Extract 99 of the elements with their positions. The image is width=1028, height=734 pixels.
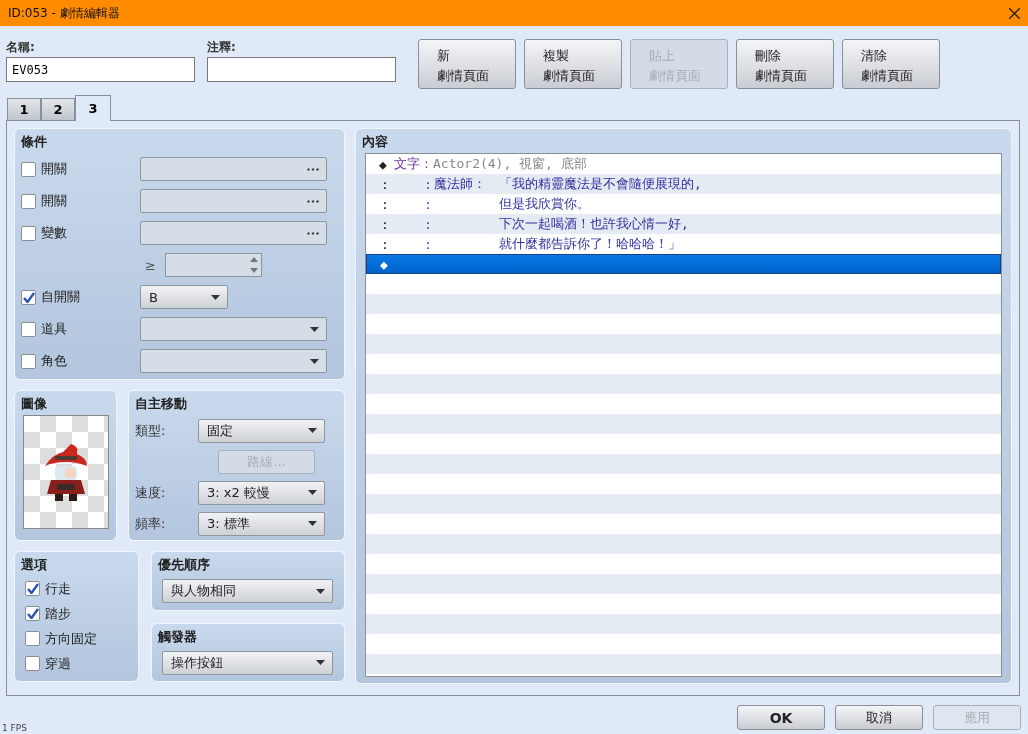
command-row[interactable]: ◆ 文字：Actor2(4), 視窗, 底部 [366, 154, 1001, 174]
dialog-button[interactable]: 取消 [835, 705, 923, 730]
sprite-preview[interactable] [23, 415, 109, 529]
checkbox[interactable] [21, 353, 36, 369]
page-tab[interactable]: 3 [75, 95, 111, 121]
dialog-button[interactable]: OK [737, 705, 825, 730]
continuation-mark: : [381, 196, 390, 212]
page-button[interactable]: 新 劇情頁面 [418, 39, 516, 89]
continuation-mark: : [381, 216, 390, 232]
checkbox-label: 開關 [41, 160, 68, 178]
continuation-mark: : [424, 216, 433, 232]
dialogue-text: 就什麼都告訴你了！哈哈哈！」 [499, 235, 681, 253]
page-tab[interactable]: 1 [7, 98, 41, 120]
caret-icon [316, 660, 325, 665]
number-spinner[interactable] [165, 253, 262, 277]
window-title: ID:053 - 劇情編輯器 [8, 4, 120, 22]
panel-title: 內容 [362, 133, 389, 151]
checkbox[interactable] [25, 606, 40, 621]
panel-title: 圖像 [21, 395, 48, 413]
panel-title: 優先順序 [158, 556, 211, 574]
command-name: 文字： [394, 155, 433, 173]
checkbox-label: 角色 [41, 352, 68, 370]
checkbox-label: 自開關 [41, 288, 81, 306]
diamond-marker: ◆ [380, 256, 389, 272]
checkbox-label: 變數 [41, 224, 68, 242]
field-label: 名稱: [6, 39, 36, 56]
page-button[interactable]: 複製 劇情頁面 [524, 39, 622, 89]
dialogue-text: 下次一起喝酒！也許我心情一好, [499, 215, 689, 233]
caret-icon [308, 428, 317, 433]
command-row[interactable]: ◆ [366, 254, 1001, 274]
checkbox[interactable] [21, 225, 36, 241]
check-icon [26, 608, 39, 619]
note-field[interactable] [207, 57, 396, 82]
command-params: Actor2(4), 視窗, 底部 [433, 155, 587, 173]
checkbox[interactable] [21, 193, 36, 209]
dropdown[interactable]: B [140, 285, 228, 309]
dropdown[interactable] [140, 317, 327, 341]
picker-field[interactable] [140, 157, 327, 181]
caret-icon [308, 521, 317, 526]
dropdown[interactable]: 固定 [198, 418, 325, 443]
continuation-mark: : [424, 236, 433, 252]
field-label: 類型: [135, 421, 167, 440]
checkbox[interactable] [25, 656, 40, 671]
checkbox[interactable] [21, 289, 36, 305]
picker-field[interactable] [140, 221, 327, 245]
continuation-mark: : [381, 236, 390, 252]
dialogue-text: 「我的精靈魔法是不會隨便展現的, [499, 175, 702, 193]
continuation-mark: : [381, 176, 390, 192]
speaker-name: 魔法師： [434, 175, 487, 193]
checkbox-label: 行走 [45, 579, 72, 598]
checkbox-label: 方向固定 [45, 629, 98, 648]
command-row[interactable]: : : 魔法師： 「我的精靈魔法是不會隨便展現的, [366, 174, 1001, 194]
caret-icon [316, 588, 325, 594]
panel-title: 觸發器 [158, 627, 198, 646]
comparison-sign: ≥ [145, 257, 157, 273]
close-icon[interactable] [1009, 7, 1020, 19]
page-button[interactable]: 清除 劇情頁面 [842, 39, 940, 89]
dialogue-text: 但是我欣賞你。 [499, 195, 590, 213]
page-tab[interactable]: 2 [41, 98, 75, 120]
checkbox[interactable] [25, 581, 40, 596]
command-row[interactable]: : : 但是我欣賞你。 [366, 194, 1001, 214]
dropdown[interactable] [140, 349, 327, 373]
field-label: 注釋: [207, 39, 237, 56]
command-row[interactable]: : : 下次一起喝酒！也許我心情一好, [366, 214, 1001, 234]
caret-icon [211, 294, 220, 300]
checkbox[interactable] [21, 161, 36, 177]
checkbox[interactable] [25, 631, 40, 646]
checkbox-label: 開關 [41, 192, 68, 210]
panel-title: 選項 [21, 556, 48, 574]
ellipsis-icon [307, 231, 319, 235]
character-sprite-drawing [43, 442, 89, 502]
checkbox-label: 踏步 [45, 604, 72, 623]
dropdown[interactable]: 3: x2 較慢 [198, 480, 325, 505]
checkbox-label: 穿過 [45, 654, 72, 673]
field-label: 頻率: [135, 514, 167, 533]
continuation-mark: : [424, 176, 433, 192]
field-label: 速度: [135, 483, 167, 502]
checkbox-label: 道具 [41, 320, 68, 338]
continuation-mark: : [424, 196, 433, 212]
dropdown[interactable]: 3: 標準 [198, 511, 325, 536]
caret-icon [308, 490, 317, 495]
command-row[interactable]: : : 就什麼都告訴你了！哈哈哈！」 [366, 234, 1001, 254]
fps-counter: 1 FPS [2, 723, 27, 733]
page-button[interactable]: 刪除 劇情頁面 [736, 39, 834, 89]
ellipsis-icon [307, 199, 319, 203]
diamond-marker: ◆ [379, 156, 388, 172]
dropdown[interactable]: 與人物相同 [162, 579, 333, 603]
panel-title: 條件 [21, 133, 48, 151]
caret-icon [310, 326, 319, 332]
caret-icon [310, 358, 319, 364]
ellipsis-icon [307, 167, 319, 171]
check-icon [22, 291, 35, 303]
checkbox[interactable] [21, 321, 36, 337]
picker-field[interactable] [140, 189, 327, 213]
check-icon [26, 583, 39, 594]
dropdown[interactable]: 操作按鈕 [162, 650, 333, 675]
panel-title: 自主移動 [135, 395, 188, 413]
name-field[interactable]: EV053 [6, 57, 195, 82]
spinner-arrows-icon [250, 256, 258, 274]
